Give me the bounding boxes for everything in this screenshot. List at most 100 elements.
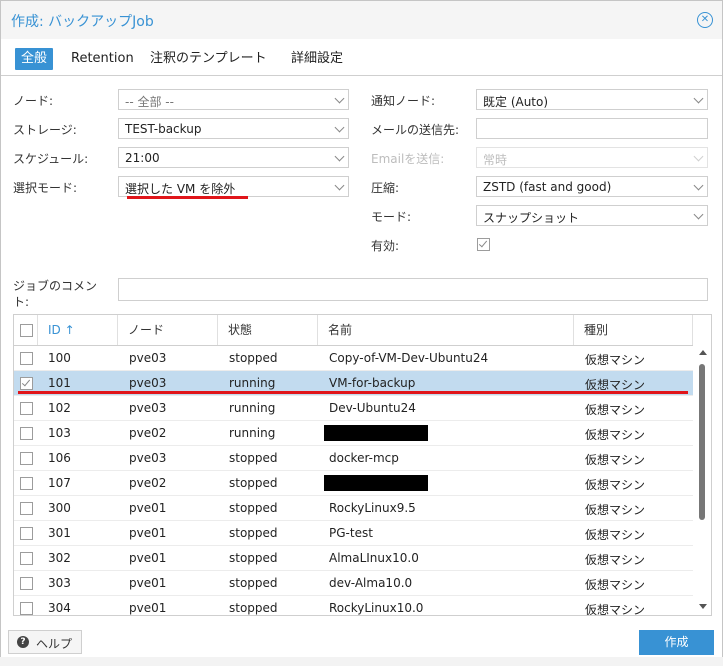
storage-select[interactable]: TEST-backup — [118, 118, 349, 139]
chevron-down-icon — [334, 151, 345, 162]
redacted-name-block — [324, 425, 428, 441]
table-row[interactable]: 100 pve03 stopped Copy-of-VM-Dev-Ubuntu24 仮想… — [14, 346, 693, 371]
table-row[interactable]: 103 pve02 running 仮想マシン — [14, 421, 693, 446]
cell-name: RockyLinux9.5 — [329, 501, 416, 515]
background-strip — [0, 657, 723, 666]
email-send-select: 常時 — [476, 147, 708, 168]
comment-label-line1: ジョブのコメン — [13, 279, 98, 293]
close-icon[interactable]: ✕ — [697, 12, 713, 28]
mode-select[interactable]: スナップショット — [476, 205, 708, 226]
chevron-down-icon — [334, 93, 345, 104]
cell-id: 300 — [48, 501, 71, 515]
cell-name: VM-for-backup — [329, 376, 416, 390]
cell-id: 100 — [48, 351, 71, 365]
cell-name: docker-mcp — [329, 451, 399, 465]
column-header-type[interactable]: 種別 — [574, 315, 693, 345]
tab-notes-template[interactable]: 注釈のテンプレート — [144, 48, 273, 70]
node-value: -- 全部 -- — [125, 95, 174, 109]
schedule-value: 21:00 — [125, 151, 160, 165]
cell-type: 仮想マシン — [585, 578, 646, 592]
tab-general[interactable]: 全般 — [15, 48, 54, 70]
tab-bar: 全般 Retention 注釈のテンプレート 詳細設定 — [1, 39, 722, 76]
redacted-name-block — [324, 475, 428, 491]
create-button[interactable]: 作成 — [639, 630, 714, 655]
enabled-label: 有効: — [371, 239, 400, 253]
cell-type: 仮想マシン — [585, 528, 646, 542]
table-row[interactable]: 107 pve02 stopped 仮想マシン — [14, 471, 693, 496]
row-checkbox[interactable] — [20, 452, 33, 465]
table-row[interactable]: 300 pve01 stopped RockyLinux9.5 仮想マシン — [14, 496, 693, 521]
chevron-down-icon — [334, 180, 345, 191]
cell-node: pve03 — [129, 376, 167, 390]
table-row[interactable]: 302 pve01 stopped AlmaLInux10.0 仮想マシン — [14, 546, 693, 571]
table-row[interactable]: 301 pve01 stopped PG-test 仮想マシン — [14, 521, 693, 546]
notify-node-select[interactable]: 既定 (Auto) — [476, 89, 708, 110]
column-id-label: ID — [48, 323, 61, 337]
scroll-up-icon[interactable] — [699, 350, 707, 355]
cell-name: dev-Alma10.0 — [329, 576, 413, 590]
table-row[interactable]: 102 pve03 running Dev-Ubuntu24 仮想マシン — [14, 396, 693, 421]
row-checkbox[interactable] — [20, 402, 33, 415]
cell-node: pve01 — [129, 501, 167, 515]
email-send-label: Emailを送信: — [371, 152, 445, 166]
row-checkbox[interactable] — [20, 427, 33, 440]
cell-node: pve02 — [129, 426, 167, 440]
row-checkbox[interactable] — [20, 352, 33, 365]
row-checkbox[interactable] — [20, 527, 33, 540]
cell-node: pve03 — [129, 351, 167, 365]
cell-node: pve03 — [129, 401, 167, 415]
selection-mode-select[interactable]: 選択した VM を除外 — [118, 176, 349, 197]
tab-advanced[interactable]: 詳細設定 — [285, 48, 349, 70]
cell-id: 107 — [48, 476, 71, 490]
cell-name: PG-test — [329, 526, 373, 540]
compression-select[interactable]: ZSTD (fast and good) — [476, 176, 708, 197]
enabled-checkbox[interactable] — [477, 238, 490, 251]
chevron-down-icon — [693, 151, 704, 162]
column-header-name[interactable]: 名前 — [318, 315, 574, 345]
cell-name: Copy-of-VM-Dev-Ubuntu24 — [329, 351, 489, 365]
chevron-down-icon — [693, 180, 704, 191]
table-row[interactable]: 106 pve03 stopped docker-mcp 仮想マシン — [14, 446, 693, 471]
column-header-node[interactable]: ノード — [118, 315, 218, 345]
row-checkbox[interactable] — [20, 577, 33, 590]
row-checkbox[interactable] — [20, 377, 33, 390]
scroll-thumb[interactable] — [699, 364, 705, 520]
cell-name: Dev-Ubuntu24 — [329, 401, 416, 415]
mode-value: スナップショット — [483, 211, 580, 225]
cell-type: 仮想マシン — [585, 403, 646, 417]
dialog-titlebar[interactable]: 作成: バックアップJob ✕ — [1, 1, 722, 39]
selection-mode-label: 選択モード: — [13, 181, 78, 195]
chevron-down-icon — [334, 122, 345, 133]
vm-grid: ID ↑ ノード 状態 名前 種別 100 pve03 stopped Copy-of… — [13, 314, 712, 616]
cell-type: 仮想マシン — [585, 453, 646, 467]
column-header-status[interactable]: 状態 — [218, 315, 318, 345]
row-checkbox[interactable] — [20, 477, 33, 490]
row-checkbox[interactable] — [20, 502, 33, 515]
cell-status: running — [229, 426, 276, 440]
mail-to-label: メールの送信先: — [371, 123, 460, 137]
comment-input[interactable] — [118, 278, 708, 301]
mail-to-input[interactable] — [476, 118, 708, 139]
compression-value: ZSTD (fast and good) — [483, 180, 612, 194]
storage-value: TEST-backup — [125, 122, 202, 136]
cell-type: 仮想マシン — [585, 503, 646, 517]
cell-status: running — [229, 401, 276, 415]
cell-node: pve01 — [129, 601, 167, 615]
sort-asc-icon: ↑ — [64, 323, 75, 337]
cell-id: 103 — [48, 426, 71, 440]
schedule-select[interactable]: 21:00 — [118, 147, 349, 168]
table-row[interactable]: 303 pve01 stopped dev-Alma10.0 仮想マシン — [14, 571, 693, 596]
select-all-checkbox[interactable] — [20, 324, 33, 337]
cell-type: 仮想マシン — [585, 478, 646, 492]
row-checkbox[interactable] — [20, 602, 33, 615]
scroll-down-icon[interactable] — [699, 604, 707, 609]
grid-scrollbar[interactable] — [694, 345, 711, 615]
cell-node: pve03 — [129, 451, 167, 465]
table-row[interactable]: 304 pve01 stopped RockyLinux10.0 仮想マシン — [14, 596, 693, 615]
help-button[interactable]: ? ヘルプ — [8, 630, 82, 654]
row-checkbox[interactable] — [20, 552, 33, 565]
node-select[interactable]: -- 全部 -- — [118, 89, 349, 110]
tab-retention[interactable]: Retention — [65, 48, 140, 70]
column-header-id[interactable]: ID ↑ — [38, 315, 118, 345]
help-label: ヘルプ — [36, 637, 73, 651]
